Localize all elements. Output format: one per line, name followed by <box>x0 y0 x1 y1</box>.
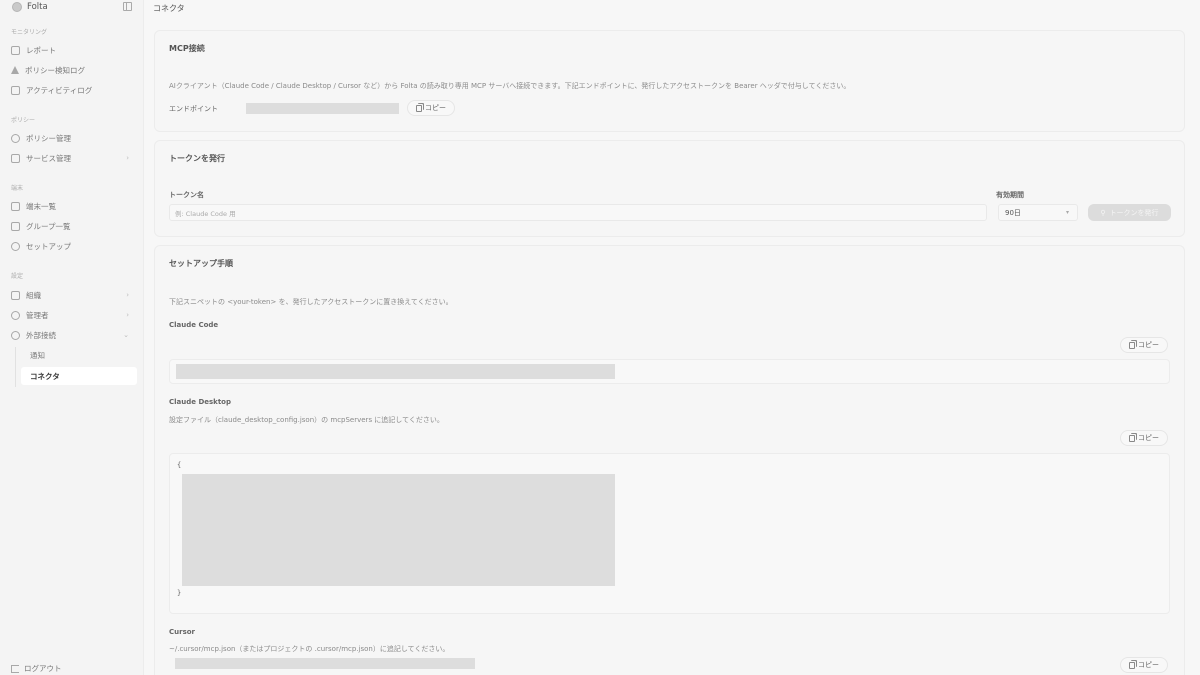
json-open-brace: { <box>177 461 182 469</box>
sidebar-item-label: アクティビティログ <box>26 85 93 95</box>
section-label-settings: 設定 <box>11 273 24 280</box>
copy-icon <box>1129 341 1135 349</box>
sidebar-item-notifications[interactable]: 通知 <box>21 347 137 363</box>
shield-icon <box>11 133 20 143</box>
sidebar-toggle-icon[interactable] <box>123 2 132 11</box>
chevron-right-icon: › <box>126 291 129 299</box>
copy-cursor-button[interactable]: コピー <box>1120 657 1168 673</box>
logout-button[interactable]: ログアウト <box>11 663 62 674</box>
sidebar-item-device-list[interactable]: 端末一覧 <box>11 198 135 214</box>
setup-intro: 下記スニペットの <your-token> を、発行したアクセストークンに置き換… <box>169 298 453 306</box>
sidebar-item-administrators[interactable]: 管理者 › <box>11 307 135 323</box>
main-content: コネクタ MCP接続 AIクライアント（Claude Code / Claude… <box>145 0 1200 675</box>
chevron-down-icon: ⌄ <box>123 331 129 339</box>
section-label-devices: 端末 <box>11 185 24 192</box>
sidebar-item-label: ポリシー検知ログ <box>25 65 85 75</box>
building-icon <box>11 290 20 300</box>
copy-claude-code-button[interactable]: コピー <box>1120 337 1168 353</box>
section-label-monitoring: モニタリング <box>11 29 48 36</box>
sidebar-item-policy-detection-log[interactable]: ポリシー検知ログ <box>11 62 135 78</box>
sidebar-item-group-list[interactable]: グループ一覧 <box>11 218 135 234</box>
sidebar-item-label: 外部接続 <box>26 330 56 340</box>
sidebar: Folta モニタリング レポート ポリシー検知ログ アクティビティログ ポリシ… <box>0 0 144 675</box>
wrench-icon <box>11 241 20 251</box>
sidebar-item-label: 組織 <box>26 290 41 300</box>
sidebar-item-policy-management[interactable]: ポリシー管理 <box>11 130 135 146</box>
sidebar-item-label: 管理者 <box>26 310 49 320</box>
clipboard-icon <box>11 85 20 95</box>
copy-claude-desktop-button[interactable]: コピー <box>1120 430 1168 446</box>
sidebar-item-service-management[interactable]: サービス管理 › <box>11 150 135 166</box>
brand[interactable]: Folta <box>12 2 48 12</box>
sidebar-item-activity-log[interactable]: アクティビティログ <box>11 82 135 98</box>
section-label-policy: ポリシー <box>11 117 36 124</box>
sidebar-item-organization[interactable]: 組織 › <box>11 287 135 303</box>
sidebar-item-label: 端末一覧 <box>26 201 56 211</box>
cursor-title: Cursor <box>169 628 196 636</box>
copy-icon <box>1129 661 1135 669</box>
expiry-label: 有効期間 <box>996 191 1024 199</box>
sidebar-item-label: サービス管理 <box>26 153 71 163</box>
monitor-icon <box>11 201 20 211</box>
card-title: MCP接続 <box>169 44 205 53</box>
brand-name: Folta <box>27 2 48 12</box>
copy-label: コピー <box>425 104 446 112</box>
copy-label: コピー <box>1138 341 1159 349</box>
key-icon: ⚲ <box>1100 208 1106 217</box>
sidebar-item-external-connections[interactable]: 外部接続 ⌄ <box>11 327 135 343</box>
json-close-brace: } <box>177 589 182 597</box>
mcp-connection-card: MCP接続 AIクライアント（Claude Code / Claude Desk… <box>154 30 1185 132</box>
sidebar-item-label: コネクタ <box>30 371 60 381</box>
setup-instructions-card: セットアップ手順 下記スニペットの <your-token> を、発行したアクセ… <box>154 245 1185 675</box>
cursor-snippet-redacted <box>175 658 475 669</box>
token-name-label: トークン名 <box>169 191 204 199</box>
expiry-select[interactable]: 90日 ▾ <box>998 204 1078 221</box>
endpoint-label: エンドポイント <box>169 105 218 113</box>
copy-icon <box>1129 434 1135 442</box>
sidebar-item-label: 通知 <box>30 350 45 360</box>
users-icon <box>11 310 20 320</box>
page-title: コネクタ <box>153 4 185 13</box>
server-icon <box>11 153 20 163</box>
claude-code-command-redacted <box>176 364 615 379</box>
logout-icon <box>11 664 19 673</box>
copy-icon <box>416 104 422 112</box>
copy-label: コピー <box>1138 661 1159 669</box>
folder-icon <box>11 221 20 231</box>
issue-token-label: トークンを発行 <box>1109 208 1159 217</box>
document-icon <box>11 45 20 55</box>
sidebar-item-label: レポート <box>26 45 56 55</box>
logout-label: ログアウト <box>24 664 62 673</box>
sidebar-item-setup[interactable]: セットアップ <box>11 238 135 254</box>
claude-desktop-config-redacted <box>182 474 615 586</box>
claude-desktop-title: Claude Desktop <box>169 398 231 406</box>
sidebar-item-label: セットアップ <box>26 241 71 251</box>
folta-logo-icon <box>12 2 22 12</box>
cursor-note: ~/.cursor/mcp.json（またはプロジェクトの .cursor/mc… <box>169 645 450 653</box>
chevron-right-icon: › <box>126 154 129 162</box>
mcp-description: AIクライアント（Claude Code / Claude Desktop / … <box>169 82 851 90</box>
expiry-value: 90日 <box>1005 208 1021 217</box>
copy-endpoint-button[interactable]: コピー <box>407 100 455 116</box>
token-name-input[interactable]: 例: Claude Code 用 <box>169 204 987 221</box>
submenu-guide-line <box>15 347 16 387</box>
issue-token-button[interactable]: ⚲ トークンを発行 <box>1088 204 1171 221</box>
token-issue-card: トークンを発行 トークン名 例: Claude Code 用 有効期間 90日 … <box>154 140 1185 237</box>
sidebar-item-connectors[interactable]: コネクタ <box>21 367 137 385</box>
endpoint-url-redacted <box>246 103 399 114</box>
claude-desktop-snippet[interactable]: { } <box>169 453 1170 614</box>
claude-code-title: Claude Code <box>169 321 219 329</box>
sidebar-item-reports[interactable]: レポート <box>11 42 135 58</box>
card-title: トークンを発行 <box>169 154 225 163</box>
copy-label: コピー <box>1138 434 1159 442</box>
card-title: セットアップ手順 <box>169 259 233 268</box>
chevron-right-icon: › <box>126 311 129 319</box>
plug-icon <box>11 330 20 340</box>
sidebar-item-label: ポリシー管理 <box>26 133 71 143</box>
chevron-down-icon: ▾ <box>1065 209 1069 216</box>
sidebar-item-label: グループ一覧 <box>26 221 71 231</box>
claude-code-snippet[interactable] <box>169 359 1170 384</box>
claude-desktop-note: 設定ファイル（claude_desktop_config.json）の mcpS… <box>169 416 444 424</box>
warning-icon <box>11 66 19 74</box>
